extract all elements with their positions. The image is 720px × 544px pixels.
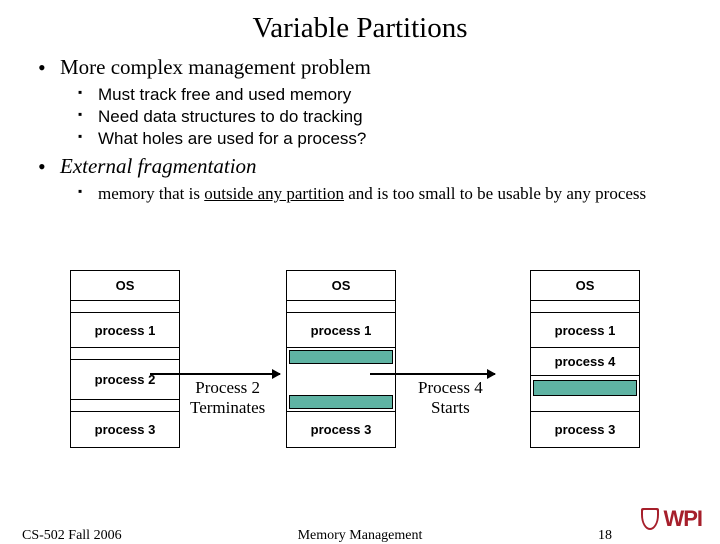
label-start: Process 4 Starts bbox=[418, 378, 483, 417]
col1-gap3 bbox=[71, 400, 179, 412]
bullet-2-text: External fragmentation bbox=[60, 154, 257, 178]
col2-p1: process 1 bbox=[287, 313, 395, 348]
label-terminate: Process 2 Terminates bbox=[190, 378, 265, 417]
col2-free-hole bbox=[287, 348, 395, 412]
col3-p3: process 3 bbox=[531, 412, 639, 447]
bullet-1-sub-3: What holes are used for a process? bbox=[78, 128, 692, 150]
bullet-1-text: More complex management problem bbox=[60, 55, 371, 79]
memory-column-3: OS process 1 process 4 process 3 bbox=[530, 270, 640, 448]
footer-topic: Memory Management bbox=[0, 528, 720, 544]
col3-free-hole bbox=[531, 376, 639, 412]
footer-page-number: 18 bbox=[598, 528, 612, 544]
bullet-1: More complex management problem Must tra… bbox=[38, 55, 692, 150]
bullet-1-sub-2: Need data structures to do tracking bbox=[78, 106, 692, 128]
memory-diagram: OS process 1 process 2 process 3 Process… bbox=[0, 260, 720, 490]
col2-gap1 bbox=[287, 301, 395, 313]
memory-column-1: OS process 1 process 2 process 3 bbox=[70, 270, 180, 448]
bullet-2: External fragmentation memory that is ou… bbox=[38, 154, 692, 205]
label-start-1: Process 4 bbox=[418, 378, 483, 397]
memory-column-2: OS process 1 process 3 bbox=[286, 270, 396, 448]
col1-gap1 bbox=[71, 301, 179, 313]
col1-os: OS bbox=[71, 271, 179, 301]
arrow-2 bbox=[370, 373, 495, 375]
shield-icon bbox=[641, 508, 659, 530]
col3-p1: process 1 bbox=[531, 313, 639, 348]
col1-p1: process 1 bbox=[71, 313, 179, 348]
col3-frag bbox=[533, 380, 637, 396]
col3-gap1 bbox=[531, 301, 639, 313]
col1-gap2 bbox=[71, 348, 179, 360]
label-terminate-2: Terminates bbox=[190, 398, 265, 417]
slide-title: Variable Partitions bbox=[0, 0, 720, 55]
wpi-logo: WPI bbox=[641, 506, 702, 532]
col3-p4: process 4 bbox=[531, 348, 639, 376]
col3-os: OS bbox=[531, 271, 639, 301]
label-start-2: Starts bbox=[431, 398, 470, 417]
b2-s1-underline: outside any partition bbox=[204, 184, 344, 203]
bullet-2-sub-1: memory that is outside any partition and… bbox=[78, 183, 692, 205]
b2-s1-pre: memory that is bbox=[98, 184, 204, 203]
bullet-1-sub-1: Must track free and used memory bbox=[78, 84, 692, 106]
label-terminate-1: Process 2 bbox=[195, 378, 260, 397]
col1-p2: process 2 bbox=[71, 360, 179, 400]
wpi-text: WPI bbox=[663, 506, 702, 532]
arrow-1 bbox=[150, 373, 280, 375]
col2-os: OS bbox=[287, 271, 395, 301]
col1-p3: process 3 bbox=[71, 412, 179, 447]
b2-s1-post: and is too small to be usable by any pro… bbox=[344, 184, 646, 203]
col2-frag-top bbox=[289, 350, 393, 364]
col2-frag-bot bbox=[289, 395, 393, 409]
slide-body: More complex management problem Must tra… bbox=[0, 55, 720, 205]
col2-p3: process 3 bbox=[287, 412, 395, 447]
